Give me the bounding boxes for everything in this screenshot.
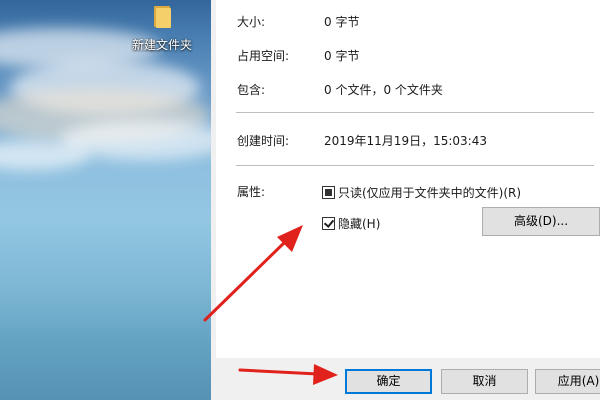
annotation-arrows [203,225,338,385]
arrow-to-hidden-checkbox [203,225,303,322]
arrow-to-ok-button [238,364,338,385]
